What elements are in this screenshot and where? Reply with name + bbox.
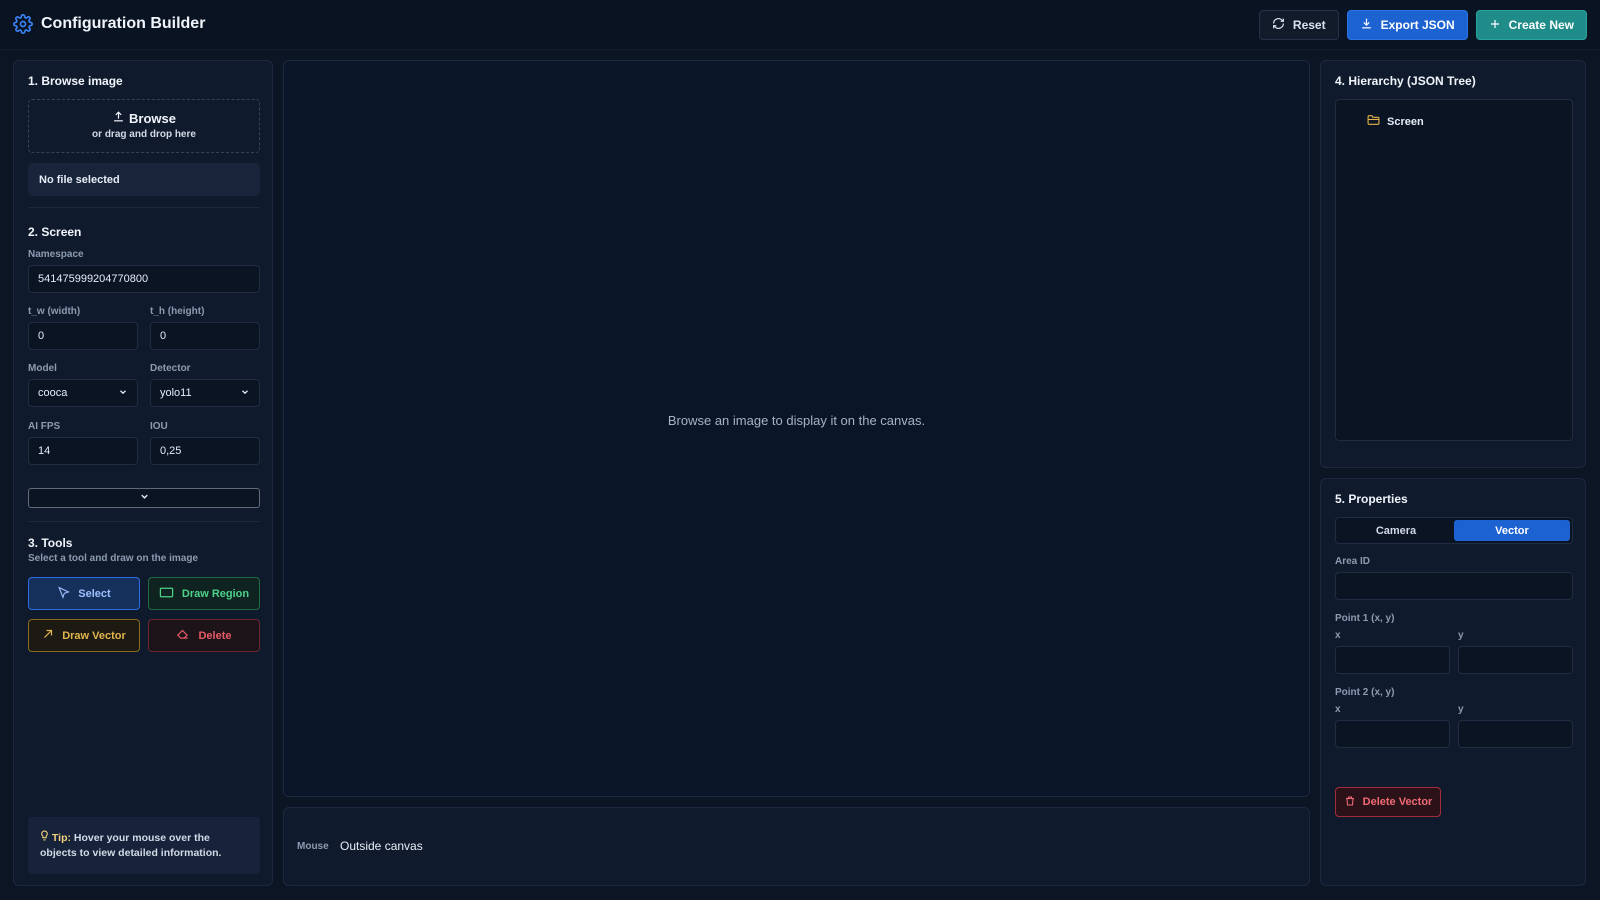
download-icon: [1360, 17, 1373, 33]
app-title: Configuration Builder: [41, 15, 206, 32]
refresh-icon: [1272, 17, 1285, 33]
width-label: t_w (width): [28, 306, 81, 317]
draw-region-button[interactable]: Draw Region: [148, 577, 260, 610]
fps-input[interactable]: 14: [28, 437, 138, 465]
export-json-button[interactable]: Export JSON: [1346, 10, 1468, 40]
top-actions: Reset Export JSON Create New: [1258, 10, 1587, 40]
tab-vector[interactable]: Vector: [1454, 520, 1570, 541]
point1-y-label: y: [1458, 630, 1464, 641]
width-input[interactable]: 0: [28, 322, 138, 350]
expand-toggle[interactable]: [28, 488, 260, 508]
select-tool-label: Select: [78, 587, 111, 600]
point1-x-input[interactable]: [1335, 646, 1450, 674]
point2-y-label: y: [1458, 704, 1464, 715]
delete-vector-button[interactable]: Delete Vector: [1335, 787, 1441, 817]
delete-tool-button[interactable]: Delete: [148, 619, 260, 652]
iou-label: IOU: [150, 421, 168, 432]
upload-icon: [112, 110, 125, 126]
arrow-up-right-icon: [42, 628, 54, 643]
point1-y-input[interactable]: [1458, 646, 1573, 674]
brand: Configuration Builder: [13, 14, 205, 34]
iou-input[interactable]: 0,25: [150, 437, 260, 465]
detector-value: yolo11: [160, 387, 192, 399]
folder-icon: [1367, 114, 1380, 129]
top-bar: Configuration Builder Reset Export JSON …: [0, 0, 1600, 50]
tools-section-title: 3. Tools: [28, 536, 73, 550]
reset-button[interactable]: Reset: [1258, 10, 1339, 40]
hierarchy-panel: 4. Hierarchy (JSON Tree) Screen: [1320, 60, 1586, 468]
tree-node-label: Screen: [1387, 115, 1424, 128]
chevron-down-icon: [240, 387, 250, 400]
chevron-down-icon: [139, 489, 150, 507]
tip-label: Tip:: [51, 832, 71, 844]
canvas-area[interactable]: Browse an image to display it on the can…: [283, 60, 1310, 797]
json-tree: Screen: [1335, 99, 1573, 441]
reset-label: Reset: [1292, 18, 1326, 32]
browse-label: Browse: [129, 110, 176, 126]
properties-panel: 5. Properties Camera Vector Area ID Poin…: [1320, 478, 1586, 886]
delete-vector-label: Delete Vector: [1362, 796, 1433, 808]
trash-icon: [1344, 795, 1356, 810]
height-input[interactable]: 0: [150, 322, 260, 350]
model-value: cooca: [38, 387, 68, 399]
tools-hint: Select a tool and draw on the image: [28, 553, 199, 564]
namespace-input[interactable]: 541475999204770800: [28, 265, 260, 293]
properties-tabs: Camera Vector: [1335, 517, 1573, 544]
point2-x-input[interactable]: [1335, 720, 1450, 748]
browse-button[interactable]: Browse: [29, 110, 259, 126]
point1-x-label: x: [1335, 630, 1341, 641]
divider: [28, 521, 260, 522]
point2-x-label: x: [1335, 704, 1341, 715]
select-tool-button[interactable]: Select: [28, 577, 140, 610]
rectangle-icon: [159, 587, 174, 601]
area-id-label: Area ID: [1335, 556, 1371, 567]
create-new-button[interactable]: Create New: [1475, 10, 1587, 40]
height-label: t_h (height): [150, 306, 205, 317]
status-bar: Mouse Outside canvas: [283, 807, 1310, 886]
dropzone[interactable]: Browse or drag and drop here: [28, 99, 260, 153]
model-select[interactable]: cooca: [28, 379, 138, 407]
tip-box: Tip: Hover your mouse over the objects t…: [28, 817, 260, 874]
model-label: Model: [28, 363, 57, 374]
mouse-label: Mouse: [297, 841, 329, 852]
gear-icon: [13, 14, 33, 34]
namespace-label: Namespace: [28, 249, 84, 260]
detector-select[interactable]: yolo11: [150, 379, 260, 407]
draw-vector-button[interactable]: Draw Vector: [28, 619, 140, 652]
screen-section-title: 2. Screen: [28, 225, 82, 239]
eraser-icon: [176, 627, 190, 644]
create-label: Create New: [1508, 18, 1574, 32]
area-id-input[interactable]: [1335, 572, 1573, 600]
lightbulb-icon: [40, 830, 52, 844]
point2-y-input[interactable]: [1458, 720, 1573, 748]
cursor-icon: [57, 586, 71, 602]
chevron-down-icon: [118, 387, 128, 400]
dropzone-hint: or drag and drop here: [92, 129, 196, 140]
plus-icon: [1489, 18, 1501, 33]
left-panel: 1. Browse image Browse or drag and drop …: [13, 60, 273, 886]
draw-vector-label: Draw Vector: [62, 629, 126, 642]
point2-label: Point 2 (x, y): [1335, 687, 1395, 698]
hierarchy-section-title: 4. Hierarchy (JSON Tree): [1335, 74, 1476, 88]
mouse-position: Outside canvas: [340, 839, 423, 853]
fps-label: AI FPS: [28, 421, 61, 432]
export-label: Export JSON: [1380, 18, 1455, 32]
draw-region-label: Draw Region: [181, 587, 250, 600]
file-status: No file selected: [28, 163, 260, 196]
point1-label: Point 1 (x, y): [1335, 613, 1395, 624]
canvas-empty-message: Browse an image to display it on the can…: [667, 413, 926, 428]
delete-tool-label: Delete: [198, 629, 232, 642]
divider: [28, 207, 260, 208]
properties-section-title: 5. Properties: [1335, 492, 1408, 506]
detector-label: Detector: [150, 363, 191, 374]
tree-node-screen[interactable]: Screen: [1367, 114, 1424, 129]
browse-section-title: 1. Browse image: [28, 74, 123, 88]
tab-camera[interactable]: Camera: [1338, 520, 1454, 541]
